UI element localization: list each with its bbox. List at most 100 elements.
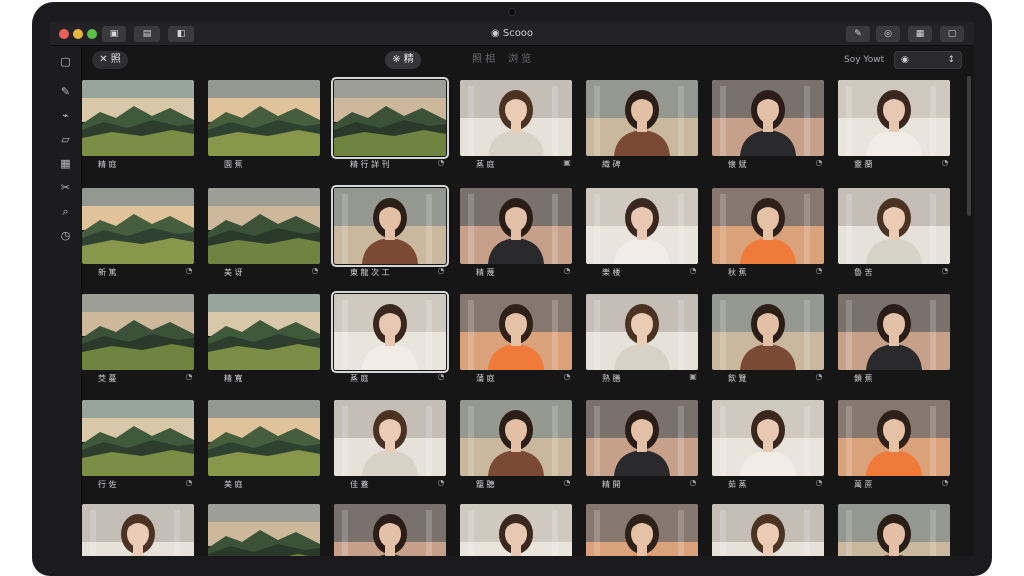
cloud-status-icon[interactable]: ◔ bbox=[562, 266, 572, 276]
share-button[interactable]: ▦ bbox=[908, 26, 932, 42]
portrait-thumbnail[interactable] bbox=[712, 188, 824, 264]
info-button[interactable]: ◎ bbox=[876, 26, 900, 42]
edit-button[interactable]: ✎ bbox=[846, 26, 870, 42]
portrait-thumbnail[interactable] bbox=[712, 80, 824, 156]
photo-cell[interactable]: 蒲 庭 ◔ bbox=[460, 290, 574, 392]
photo-cell[interactable] bbox=[334, 500, 448, 556]
folder-icon[interactable]: ▱ bbox=[58, 132, 73, 147]
photo-cell[interactable] bbox=[838, 500, 952, 556]
pen-icon[interactable]: ✎ bbox=[58, 84, 73, 99]
portrait-thumbnail[interactable] bbox=[586, 504, 698, 556]
landscape-thumbnail[interactable] bbox=[82, 400, 194, 476]
cloud-status-icon[interactable]: ◔ bbox=[184, 478, 194, 488]
photo-cell[interactable]: 秋 蕉 ◔ bbox=[712, 184, 826, 286]
portrait-thumbnail[interactable] bbox=[334, 400, 446, 476]
cloud-status-icon[interactable]: ▣ bbox=[562, 158, 572, 168]
photos-icon[interactable]: ▢ bbox=[58, 54, 73, 69]
portrait-thumbnail[interactable] bbox=[838, 504, 950, 556]
photo-cell[interactable]: 精 行 詳 刊 ◔ bbox=[331, 76, 449, 178]
search-icon[interactable]: ⌕ bbox=[58, 204, 73, 219]
sort-dropdown[interactable]: ◉ ↕ bbox=[894, 51, 962, 69]
portrait-thumbnail[interactable] bbox=[331, 291, 449, 373]
landscape-thumbnail[interactable] bbox=[208, 294, 320, 370]
photo-cell[interactable]: 蒸 庭 ▣ bbox=[460, 76, 574, 178]
portrait-thumbnail[interactable] bbox=[586, 294, 698, 370]
cloud-status-icon[interactable]: ◔ bbox=[940, 478, 950, 488]
photo-cell[interactable]: 靈 蘭 ◔ bbox=[838, 76, 952, 178]
photo-cell[interactable] bbox=[82, 500, 196, 556]
cloud-status-icon[interactable]: ◔ bbox=[940, 266, 950, 276]
cloud-status-icon[interactable]: ▣ bbox=[688, 372, 698, 382]
photo-cell[interactable]: 懐 斌 ◔ bbox=[712, 76, 826, 178]
portrait-thumbnail[interactable] bbox=[838, 294, 950, 370]
cloud-status-icon[interactable]: ◔ bbox=[436, 266, 446, 276]
portrait-thumbnail[interactable] bbox=[331, 185, 449, 267]
photo-cell[interactable]: 茹 蒸 ◔ bbox=[712, 396, 826, 498]
tab-browse[interactable]: 浏 览 bbox=[508, 51, 531, 69]
portrait-thumbnail[interactable] bbox=[460, 504, 572, 556]
clock-icon[interactable]: ◷ bbox=[58, 228, 73, 243]
cloud-status-icon[interactable]: ◔ bbox=[184, 266, 194, 276]
landscape-thumbnail[interactable] bbox=[208, 80, 320, 156]
photo-cell[interactable] bbox=[712, 500, 826, 556]
photo-cell[interactable]: 精 蔑 ◔ bbox=[460, 184, 574, 286]
cloud-status-icon[interactable]: ◔ bbox=[814, 478, 824, 488]
photo-cell[interactable]: 精 開 ◔ bbox=[586, 396, 700, 498]
cloud-status-icon[interactable]: ◔ bbox=[562, 372, 572, 382]
cloud-status-icon[interactable]: ◔ bbox=[814, 372, 824, 382]
landscape-thumbnail[interactable] bbox=[208, 504, 320, 556]
landscape-thumbnail[interactable] bbox=[208, 400, 320, 476]
cloud-status-icon[interactable]: ◔ bbox=[814, 158, 824, 168]
photo-cell[interactable]: 美 庭 bbox=[208, 396, 322, 498]
photo-cell[interactable]: 織 碑 bbox=[586, 76, 700, 178]
photo-cell[interactable]: 美 讶 ◔ bbox=[208, 184, 322, 286]
cloud-status-icon[interactable]: ◔ bbox=[688, 266, 698, 276]
photo-cell[interactable]: 行 佐 ◔ bbox=[82, 396, 196, 498]
landscape-thumbnail[interactable] bbox=[82, 80, 194, 156]
photo-cell[interactable]: 蒸 庭 ◔ bbox=[331, 290, 449, 392]
window-button[interactable]: ▢ bbox=[940, 26, 964, 42]
portrait-thumbnail[interactable] bbox=[712, 400, 824, 476]
scissors-icon[interactable]: ✂ bbox=[58, 180, 73, 195]
cloud-status-icon[interactable]: ◔ bbox=[436, 372, 446, 382]
landscape-thumbnail[interactable] bbox=[208, 188, 320, 264]
portrait-thumbnail[interactable] bbox=[460, 188, 572, 264]
photo-cell[interactable] bbox=[460, 500, 574, 556]
landscape-thumbnail[interactable] bbox=[82, 294, 194, 370]
tab-photos[interactable]: 照 相 bbox=[472, 51, 495, 69]
cloud-status-icon[interactable]: ◔ bbox=[688, 478, 698, 488]
cloud-status-icon[interactable]: ◔ bbox=[814, 266, 824, 276]
portrait-thumbnail[interactable] bbox=[712, 504, 824, 556]
photo-cell[interactable]: 精 寬 bbox=[208, 290, 322, 392]
photo-cell[interactable]: 萬 蔗 ◔ bbox=[838, 396, 952, 498]
cloud-status-icon[interactable]: ◔ bbox=[310, 266, 320, 276]
portrait-thumbnail[interactable] bbox=[838, 188, 950, 264]
photo-cell[interactable]: 東 龍 次 工 ◔ bbox=[331, 184, 449, 286]
tab-featured[interactable]: ※ 精 bbox=[385, 51, 421, 69]
landscape-thumbnail[interactable] bbox=[82, 188, 194, 264]
photo-cell[interactable] bbox=[586, 500, 700, 556]
photo-cell[interactable]: 魯 苦 ◔ bbox=[838, 184, 952, 286]
grid-icon[interactable]: ▦ bbox=[58, 156, 73, 171]
photo-cell[interactable]: 佳 蓋 ◔ bbox=[334, 396, 448, 498]
portrait-thumbnail[interactable] bbox=[334, 504, 446, 556]
photo-cell[interactable]: 飲 覽 ◔ bbox=[712, 290, 826, 392]
cloud-status-icon[interactable]: ◔ bbox=[562, 478, 572, 488]
portrait-thumbnail[interactable] bbox=[460, 80, 572, 156]
cloud-status-icon[interactable]: ◔ bbox=[940, 158, 950, 168]
landscape-thumbnail[interactable] bbox=[331, 77, 449, 159]
photo-cell[interactable] bbox=[208, 500, 322, 556]
portrait-thumbnail[interactable] bbox=[838, 80, 950, 156]
portrait-thumbnail[interactable] bbox=[460, 294, 572, 370]
portrait-thumbnail[interactable] bbox=[712, 294, 824, 370]
scrollbar[interactable] bbox=[967, 76, 971, 216]
portrait-thumbnail[interactable] bbox=[586, 400, 698, 476]
photo-cell[interactable]: 精 庭 bbox=[82, 76, 196, 178]
photo-cell[interactable]: 鎖 蕉 bbox=[838, 290, 952, 392]
portrait-thumbnail[interactable] bbox=[460, 400, 572, 476]
link-icon[interactable]: ⌁ bbox=[58, 108, 73, 123]
cloud-status-icon[interactable]: ◔ bbox=[436, 478, 446, 488]
photo-cell[interactable]: 園 蕉 bbox=[208, 76, 322, 178]
photo-cell[interactable]: 熟 膳 ▣ bbox=[586, 290, 700, 392]
photo-cell[interactable]: 新 篤 ◔ bbox=[82, 184, 196, 286]
